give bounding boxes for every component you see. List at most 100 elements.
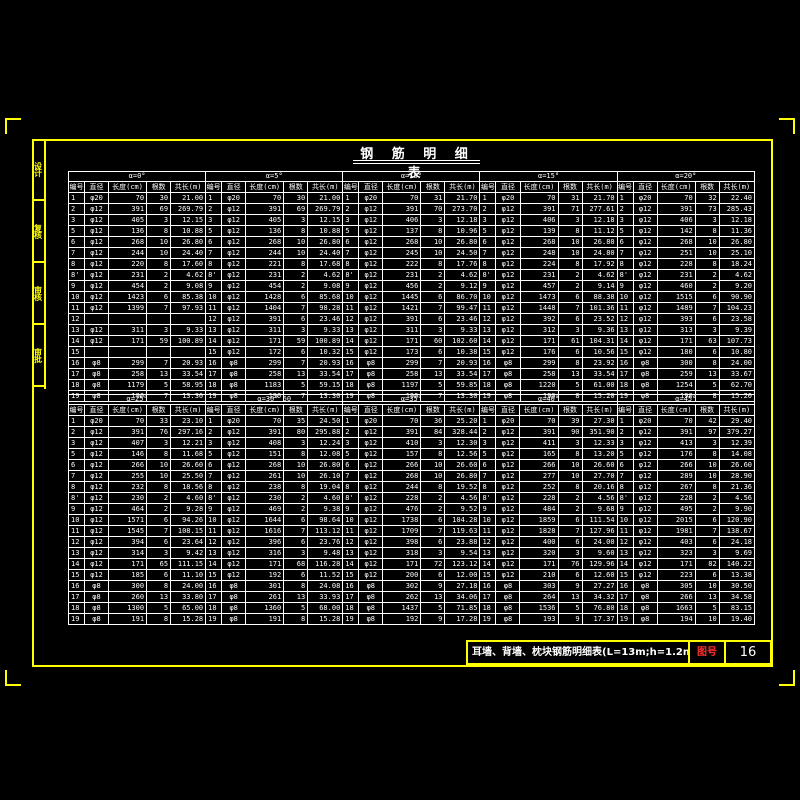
table-cell: 14 <box>67 335 86 347</box>
table-cell: φ8 <box>84 357 110 369</box>
angle-header-row: α=0° α=5° α=10° α=15° α=20° <box>67 171 756 182</box>
table-cell: 12.18 <box>581 214 618 226</box>
table-cell: 13 <box>557 591 583 603</box>
table-cell: 6 <box>283 569 309 581</box>
table-cell: 3 <box>420 324 446 336</box>
table-cell: 9.68 <box>581 503 618 515</box>
table-cell: 12.15 <box>170 214 207 226</box>
table-cell: 13.20 <box>581 448 618 460</box>
table-cell: 8' <box>205 492 223 504</box>
table-cell: 21.70 <box>444 192 481 204</box>
table-cell: φ12 <box>84 503 110 515</box>
table-cell: 12.15 <box>307 214 344 226</box>
table-cell: 3 <box>342 437 360 449</box>
table-cell: 14 <box>67 558 86 570</box>
table-cell: φ12 <box>221 558 247 570</box>
table-cell: φ12 <box>84 335 110 347</box>
table-row: 8' φ12 230 2 4.60 8' φ12 230 2 4.60 8' φ12 228 2 4.56 8… <box>67 492 756 504</box>
table-cell: 26.60 <box>581 459 618 471</box>
table-cell: 10 <box>694 613 720 625</box>
table-cell: 266 <box>108 459 148 471</box>
table-cell: 31 <box>557 192 583 204</box>
table-cell: 12 <box>342 536 360 548</box>
table-cell: 73 <box>694 203 720 215</box>
table-cell: φ12 <box>84 492 110 504</box>
table-cell: 392 <box>519 313 559 325</box>
table-cell: 4.62 <box>718 269 756 281</box>
table-cell: 6 <box>420 313 446 325</box>
table-cell: 15 <box>342 569 360 581</box>
table-cell: 302 <box>382 580 422 592</box>
table-cell: 24.00 <box>718 357 756 369</box>
table-cell: 9.90 <box>718 503 756 515</box>
table-cell: φ12 <box>632 426 658 438</box>
table-cell: 6 <box>694 291 720 303</box>
table-cell: 2 <box>420 492 446 504</box>
table-cell: 7 <box>479 470 497 482</box>
column-header: 根数 <box>557 181 583 193</box>
table-cell: 76.80 <box>581 602 618 614</box>
table-cell: 16 <box>479 580 497 592</box>
table-cell: 5 <box>557 379 583 391</box>
table-cell: 16 <box>616 580 634 592</box>
table-cell: 6 <box>694 313 720 325</box>
side-cell-approve: 审批 <box>32 325 44 387</box>
table-cell: 33.54 <box>581 368 618 380</box>
table-cell: 10 <box>479 291 497 303</box>
table-cell: 192 <box>245 569 285 581</box>
table-cell: 2 <box>479 426 497 438</box>
table-cell: 316 <box>245 547 285 559</box>
table-cell: 19.04 <box>307 481 344 493</box>
table-cell: 17 <box>616 591 634 603</box>
column-header: 共长(m) <box>170 404 207 416</box>
table-cell: 9 <box>342 503 360 515</box>
table-cell: 24.40 <box>307 247 344 259</box>
table-cell: φ12 <box>84 470 110 482</box>
table-cell: 255 <box>108 470 148 482</box>
table-cell: 10.38 <box>444 346 481 358</box>
table-cell: φ12 <box>358 214 384 226</box>
table-row: 15 15 φ12 172 6 10.32 15 φ12 173 6 10.38 15 φ12 176 6 1… <box>67 346 756 358</box>
table-cell: 5 <box>146 602 172 614</box>
table-cell: 11.68 <box>170 448 207 460</box>
table-cell: 8 <box>283 258 309 270</box>
table-cell: 76 <box>146 426 172 438</box>
table-cell: 19 <box>342 613 360 625</box>
table-cell: 70 <box>108 192 148 204</box>
table-cell: 244 <box>382 481 422 493</box>
table-cell: φ12 <box>358 492 384 504</box>
table-cell: 1 <box>342 415 360 427</box>
table-cell: 7 <box>557 525 583 537</box>
table-row: 2 φ12 391 76 297.16 2 φ12 391 80 295.88 2 φ12 391 84 3… <box>67 426 756 438</box>
table-cell: 231 <box>382 269 422 281</box>
table-cell: 300 <box>108 580 148 592</box>
table-cell: φ12 <box>632 503 658 515</box>
table-cell: 260 <box>108 591 148 603</box>
table-cell: 268 <box>382 236 422 248</box>
angle-header: α=15° <box>479 171 618 182</box>
table-cell: 406 <box>519 214 559 226</box>
table-cell: 13 <box>616 324 634 336</box>
table-cell: φ12 <box>495 258 521 270</box>
column-header: 编号 <box>67 404 86 416</box>
table-cell: 8' <box>205 269 223 281</box>
column-header: 编号 <box>342 181 360 193</box>
table-cell: 3 <box>205 214 223 226</box>
table-cell: φ12 <box>84 547 110 559</box>
table-cell: 3 <box>420 437 446 449</box>
table-cell: 2 <box>283 503 309 515</box>
table-cell: 2 <box>205 203 223 215</box>
column-header: 长度(cm) <box>519 404 559 416</box>
table-row: 17 φ8 260 13 33.80 17 φ8 261 13 33.93 17 φ8 262 13 34.… <box>67 591 756 603</box>
table-cell: 5 <box>479 448 497 460</box>
table-cell: 136 <box>108 225 148 237</box>
table-cell: 10.88 <box>170 225 207 237</box>
table-cell: φ12 <box>358 258 384 270</box>
table-cell: 12.30 <box>444 437 481 449</box>
table-cell: 311 <box>245 324 285 336</box>
table-cell: φ8 <box>84 368 110 380</box>
table-cell: 61 <box>557 335 583 347</box>
table-cell: 111.15 <box>170 558 207 570</box>
table-cell: 269.79 <box>170 203 207 215</box>
table-cell: 9 <box>67 280 86 292</box>
